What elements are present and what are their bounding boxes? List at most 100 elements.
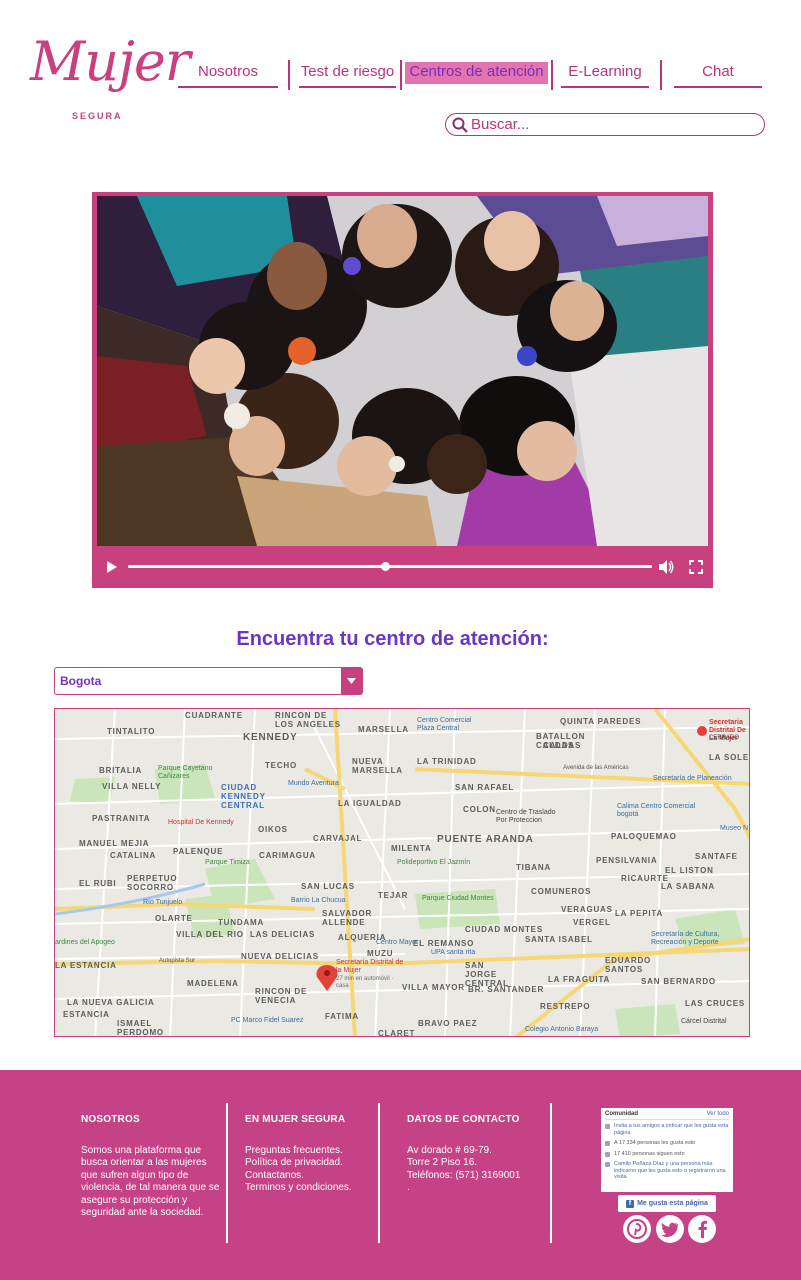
video-controls — [92, 548, 713, 588]
footer-divider — [378, 1103, 380, 1243]
map-label: RESTREPO — [540, 1002, 591, 1011]
facebook-small-icon: f — [626, 1199, 635, 1208]
map-label: VILLA NELLY — [102, 782, 162, 791]
map-label: BR. SANTANDER — [468, 985, 545, 994]
map-poi[interactable]: Centro de Traslado Por Proteccion — [496, 809, 566, 825]
fullscreen-icon[interactable] — [689, 560, 703, 574]
play-icon[interactable] — [105, 559, 119, 575]
map-poi[interactable]: Centro Comercial Plaza Central — [417, 717, 487, 733]
map-label: MANUEL MEJIA — [79, 839, 150, 848]
footer-link-faq[interactable]: Preguntas frecuentes. — [245, 1145, 375, 1158]
footer: NOSOTROS Somos una plataforma que busca … — [0, 1070, 801, 1280]
map-label: SAN RAFAEL — [455, 783, 515, 792]
facebook-widget-row: 17 410 personas siguen esto — [605, 1151, 729, 1158]
map-poi[interactable]: Centro Mayor — [376, 939, 418, 946]
map-label: TEJAR — [378, 891, 409, 900]
map-poi[interactable]: Barrio La Chucua — [291, 897, 345, 904]
map-label: LAS DELICIAS — [250, 930, 316, 939]
footer-col-nosotros: NOSOTROS Somos una plataforma que busca … — [81, 1114, 223, 1220]
map-poi[interactable]: Parque Timiza — [205, 859, 250, 866]
map-poi[interactable]: Colegio Antonio Baraya — [525, 1026, 598, 1033]
footer-divider — [550, 1103, 552, 1243]
map-poi[interactable]: Secretaría de Cultura, Recreación y Depo… — [651, 931, 743, 947]
nav-divider — [660, 60, 662, 90]
nav-nosotros[interactable]: Nosotros — [178, 62, 278, 88]
map-label: PUENTE ARANDA — [437, 834, 534, 845]
map-poi[interactable]: Calima Centro Comercial bogotá — [617, 803, 697, 819]
map-poi[interactable]: Parque Ciudad Montes — [422, 895, 494, 902]
search-bar[interactable] — [445, 113, 765, 136]
map-label: VILLA DEL RIO — [176, 930, 244, 939]
map-label: RINCON DE VENECIA — [255, 987, 308, 1005]
map-label: LA PEPITA — [615, 909, 664, 918]
video-frame-image[interactable] — [97, 196, 708, 546]
map-label: PASTRANITA — [92, 814, 151, 823]
city-select[interactable]: Bogota — [54, 667, 363, 695]
map-label: LA SABANA — [661, 882, 716, 891]
facebook-widget-row[interactable]: Invita a tus amigos a indicar que les gu… — [605, 1123, 729, 1136]
map-label: LA ESTANCIA — [55, 961, 117, 970]
nav-centros-de-atencion[interactable]: Centros de atención — [405, 62, 548, 84]
map-label: COLON — [463, 805, 496, 814]
map-poi[interactable]: Mundo Aventura — [288, 780, 339, 787]
nav-test-de-riesgo[interactable]: Test de riesgo — [299, 62, 396, 88]
twitter-icon[interactable] — [656, 1215, 684, 1243]
map-label: SANTA ISABEL — [525, 935, 593, 944]
facebook-widget-row[interactable]: Camilo Peñaza Díaz y una persona más ind… — [605, 1161, 729, 1181]
footer-link-terms[interactable]: Terminos y condiciones. — [245, 1182, 375, 1195]
logo[interactable]: Mujer SEGURA — [30, 30, 191, 125]
map-label: CARVAJAL — [313, 834, 363, 843]
map-poi[interactable]: Parque Cayetano Cañizares — [158, 765, 218, 781]
map-label: VILLA MAYOR — [402, 983, 465, 992]
nav-divider — [288, 60, 290, 90]
volume-icon[interactable] — [657, 558, 675, 576]
footer-link-contact[interactable]: Contactanos. — [245, 1170, 375, 1183]
map-poi[interactable]: PC Marco Fidel Suarez — [231, 1017, 303, 1024]
map-poi[interactable]: Cárcel Distrital — [681, 1018, 727, 1025]
map-poi-main[interactable]: Secretaría Distrital de la Mujer — [336, 959, 406, 975]
pinterest-icon[interactable] — [623, 1215, 651, 1243]
map-poi: ardines del Apogeo — [55, 939, 115, 946]
nav-divider — [400, 60, 402, 90]
map-poi-main-sub: 27 min en automóvil · casa — [336, 976, 394, 989]
map-road-label: Avenida de las Américas — [563, 765, 629, 771]
facebook-widget[interactable]: Comunidad Ver todo Invita a tus amigos a… — [601, 1108, 733, 1192]
map-label: EL LISTON — [665, 866, 714, 875]
map-poi[interactable]: Museo N — [720, 825, 748, 832]
map-poi[interactable]: Hospital De Kennedy — [168, 819, 234, 826]
map-label: PALOQUEMAO — [611, 832, 677, 841]
map-poi[interactable]: UPA santa rita — [431, 949, 475, 956]
map-label: LA SOLEDAD — [709, 753, 749, 762]
facebook-widget-row: A 17 334 personas les gusta esto — [605, 1140, 729, 1147]
facebook-widget-title: Comunidad — [605, 1111, 638, 1117]
page: Mujer SEGURA Nosotros Test de riesgo Cen… — [0, 0, 801, 1280]
map-poi[interactable]: Secretaría de Planeación — [653, 775, 732, 782]
facebook-like-button[interactable]: f Me gusta esta página — [618, 1195, 716, 1212]
map-label: VERGEL — [573, 918, 611, 927]
map-label: PENSILVANIA — [596, 856, 658, 865]
map-poi[interactable]: Polideportivo El Jazmín — [397, 859, 470, 866]
contact-line: Torre 2 Piso 16. — [407, 1157, 478, 1168]
search-input[interactable] — [471, 116, 761, 133]
footer-link-privacy[interactable]: Política de privacidad. — [245, 1157, 375, 1170]
facebook-widget-see-all[interactable]: Ver todo — [707, 1111, 729, 1117]
map-label: TUNDAMA — [218, 918, 265, 927]
nav-chat[interactable]: Chat — [674, 62, 762, 88]
map-label: EL REMANSO — [413, 939, 475, 948]
map-label: VERAGUAS — [561, 905, 613, 914]
video-progress-bar[interactable] — [128, 562, 652, 571]
video-progress-knob[interactable] — [380, 562, 390, 571]
map[interactable]: CUADRANTE RINCON DE LOS ANGELES TINTALIT… — [54, 708, 750, 1037]
footer-heading: NOSOTROS — [81, 1114, 140, 1125]
nav-e-learning[interactable]: E-Learning — [561, 62, 649, 88]
map-label: KENNEDY — [243, 732, 298, 743]
video-player[interactable] — [92, 192, 713, 588]
facebook-icon[interactable] — [688, 1215, 716, 1243]
map-label: LA NUEVA GALICIA — [67, 998, 155, 1007]
map-label: MADELENA — [187, 979, 239, 988]
city-select-value: Bogota — [60, 674, 102, 688]
chevron-down-icon[interactable] — [341, 668, 362, 694]
contact-line: Av dorado # 69-79. — [407, 1144, 492, 1156]
map-label: FATIMA — [325, 1012, 359, 1021]
map-label: LA TRINIDAD — [417, 757, 477, 766]
